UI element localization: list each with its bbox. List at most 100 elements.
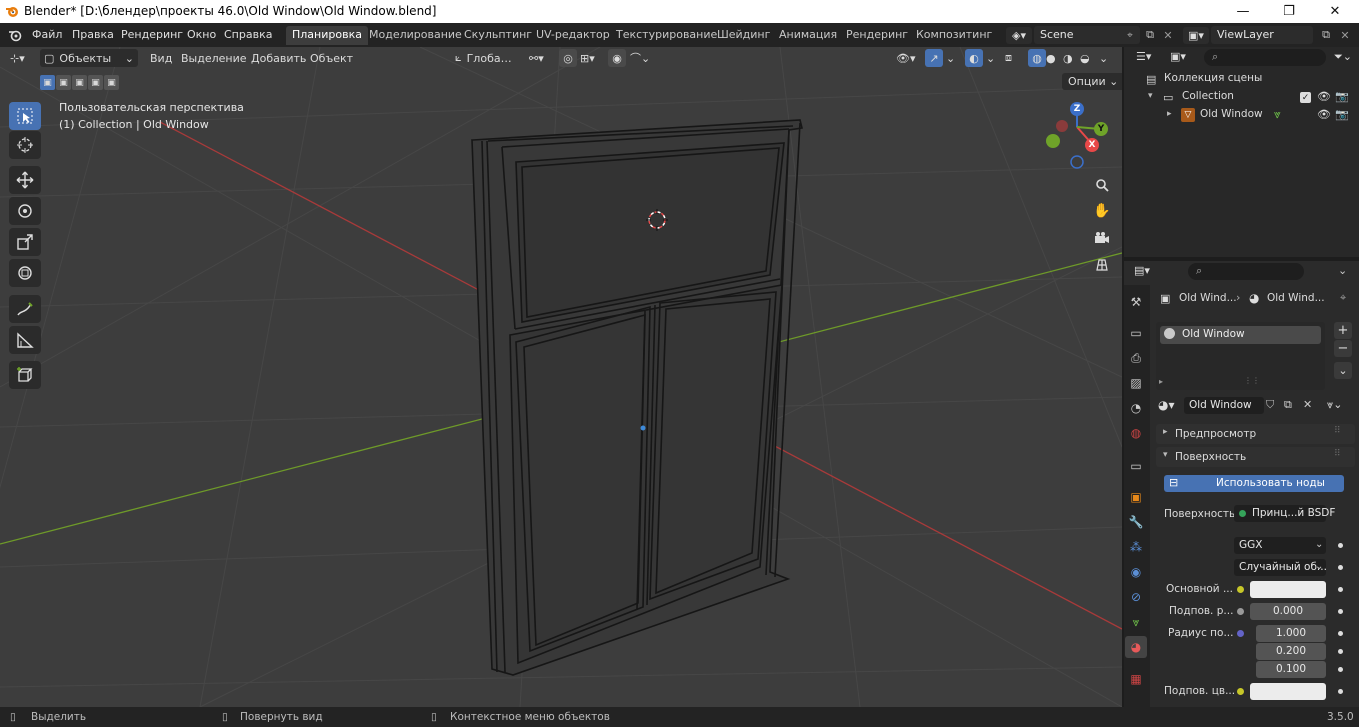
minimize-button[interactable]: — [1220,0,1266,23]
remove-slot-icon[interactable]: − [1334,340,1352,357]
tab-shading[interactable]: Шейдинг [711,26,776,45]
menu-render[interactable]: Рендеринг [121,28,183,41]
outliner-filter-icon[interactable]: ⏷⌄ [1334,50,1352,64]
world-tab-icon[interactable]: ◍ [1125,422,1147,444]
menu-add[interactable]: Добавить [251,49,306,67]
fake-user-shield-icon[interactable]: ⛉ [1266,398,1274,412]
maximize-button[interactable]: ❐ [1266,0,1312,23]
menu-view[interactable]: Вид [150,49,172,67]
surface-shader-field[interactable]: Принц...й BSDF [1234,505,1335,522]
distribution-dropdown[interactable]: GGX ⌄ [1234,537,1326,554]
object-expand-icon[interactable]: ▸ [1167,109,1172,119]
select-box-tool-icon[interactable] [9,102,41,130]
props-search-input[interactable]: ⌕ [1188,263,1304,280]
tab-modeling[interactable]: Моделирование [363,26,468,45]
tab-texture-paint[interactable]: Текстурирование [610,26,723,45]
preview-panel-header[interactable]: ▸ Предпросмотр ⠿ [1156,424,1355,444]
object-tab-icon[interactable]: ▣ [1125,486,1147,508]
mode-selector[interactable]: ▢ Объекты ⌄ [40,49,138,67]
gizmo-menu-icon[interactable]: ⌄ [946,49,955,67]
menu-file[interactable]: Файл [32,28,62,41]
modifier-tab-icon[interactable]: 🔧 [1125,511,1147,533]
material-slot-item[interactable]: Old Window [1160,326,1321,344]
scale-tool-icon[interactable] [9,228,41,256]
scene-icon[interactable]: ◈▾ [1006,27,1032,44]
transform-tool-icon[interactable] [9,259,41,287]
constraints-tab-icon[interactable]: ⊘ [1125,586,1147,608]
transform-orientation-selector[interactable]: ⟀ Глоба… [452,49,522,67]
select-mode-new-icon[interactable]: ▣ [40,75,55,90]
outliner-search-input[interactable]: ⌕ [1204,49,1326,66]
gizmo-x-label[interactable]: X [1085,138,1099,152]
shading-solid-icon[interactable]: ● [1046,49,1056,67]
link-mode-icon[interactable]: ⩔⌄ [1327,398,1342,412]
keyframe-dot-icon[interactable] [1338,565,1343,570]
material-name-field[interactable]: Old Window [1184,397,1264,414]
tab-rendering[interactable]: Рендеринг [840,26,914,45]
color-socket-icon[interactable] [1237,586,1244,593]
snap-toggle-icon[interactable]: ◎ [559,49,577,67]
keyframe-dot-icon[interactable] [1338,543,1343,548]
subsurface-method-dropdown[interactable]: Случайный об... ⌄ [1234,559,1327,576]
new-scene-icon[interactable]: ⧉ [1142,27,1158,43]
collection-label[interactable]: Collection [1182,90,1234,102]
object-label[interactable]: Old Window [1200,108,1263,120]
texture-tab-icon[interactable]: ▦ [1125,668,1147,690]
menu-help[interactable]: Справка [224,28,272,41]
close-window-button[interactable]: ✕ [1312,0,1358,23]
unlink-material-icon[interactable]: ✕ [1303,398,1312,411]
object-visibility-icon[interactable]: 👁 [1317,108,1331,121]
slot-list-expand-icon[interactable]: ▸ [1159,377,1163,386]
use-nodes-button[interactable]: ⊟ Использовать ноды [1164,475,1344,492]
select-mode-difference-icon[interactable]: ▣ [88,75,103,90]
keyframe-dot-icon[interactable] [1338,667,1343,672]
shading-material-icon[interactable]: ◑ [1063,49,1073,67]
keyframe-dot-icon[interactable] [1338,689,1343,694]
new-view-layer-icon[interactable]: ⧉ [1318,27,1334,43]
delete-view-layer-icon[interactable]: ✕ [1337,27,1353,43]
tab-layout[interactable]: Планировка [286,26,368,45]
particles-tab-icon[interactable]: ⁂ [1125,536,1147,558]
orthographic-grid-icon[interactable] [1090,253,1114,277]
drag-handle-icon[interactable]: ⠿ [1334,426,1341,436]
display-mode-icon[interactable]: ▣▾ [1170,50,1186,63]
render-tab-icon[interactable]: ▭ [1125,322,1147,344]
material-browse-icon[interactable]: ◕▾ [1158,398,1175,412]
object-render-icon[interactable]: 📷 [1335,108,1349,121]
gizmo-y-label[interactable]: Y [1094,122,1108,136]
keyframe-dot-icon[interactable] [1338,631,1343,636]
subsurface-radius-z[interactable]: 0.100 [1256,661,1326,678]
shading-wireframe-icon[interactable]: ◍ [1028,49,1046,67]
vector-socket-icon[interactable] [1237,630,1244,637]
view-layer-field[interactable]: ViewLayer [1211,26,1313,44]
surface-panel-header[interactable]: ▾ Поверхность ⠿ [1156,447,1355,467]
falloff-icon[interactable]: ⌒⌄ [630,49,650,67]
proportional-editing-icon[interactable]: ◉ [608,49,626,67]
rotate-tool-icon[interactable] [9,197,41,225]
drag-handle-icon[interactable]: ⠿ [1334,449,1341,459]
material-slot-list[interactable]: Old Window ▸ ⋮⋮ [1156,322,1325,390]
duplicate-material-icon[interactable]: ⧉ [1284,398,1292,412]
delete-scene-icon[interactable]: ✕ [1160,27,1176,43]
slot-list-resize-handle[interactable]: ⋮⋮ [1244,376,1260,385]
material-tab-icon[interactable]: ◕ [1125,636,1147,658]
subsurface-value[interactable]: 0.000 [1250,603,1326,620]
slot-specials-icon[interactable]: ⌄ [1334,362,1352,379]
keyframe-dot-icon[interactable] [1338,609,1343,614]
scene-collection-label[interactable]: Коллекция сцены [1164,72,1262,84]
physics-tab-icon[interactable]: ◉ [1125,561,1147,583]
editor-type-icon[interactable]: ⊹▾ [10,49,34,67]
menu-window[interactable]: Окно [187,28,216,41]
tab-sculpting[interactable]: Скульптинг [458,26,538,45]
annotate-tool-icon[interactable] [9,295,41,323]
tab-animation[interactable]: Анимация [773,26,843,45]
tool-tab-icon[interactable]: ⚒ [1125,291,1147,313]
xray-toggle-icon[interactable]: ⧈ [1005,49,1012,67]
visibility-icon[interactable]: 👁▾ [896,49,916,67]
collection-visibility-icon[interactable]: 👁 [1317,90,1331,103]
shading-rendered-icon[interactable]: ◒ [1080,49,1090,67]
overlay-toggle-icon[interactable]: ◐ [965,49,983,67]
pan-hand-icon[interactable]: ✋ [1090,199,1114,223]
view-layer-icon[interactable]: ▣▾ [1183,27,1209,44]
subsurface-radius-y[interactable]: 0.200 [1256,643,1326,660]
